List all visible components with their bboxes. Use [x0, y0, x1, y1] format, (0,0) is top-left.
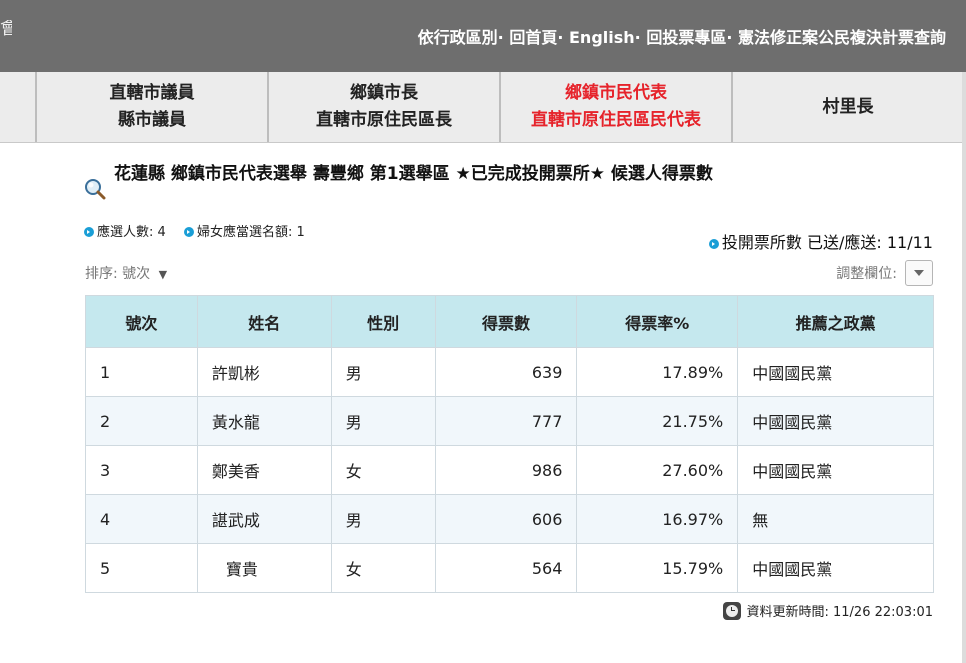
- cell-votes: 777: [434, 396, 578, 446]
- cell-number: 2: [85, 396, 198, 446]
- top-header: 會 依行政區別· 回首頁· English· 回投票專區· 憲法修正案公民複決計…: [0, 0, 966, 72]
- cell-name: 黃水龍: [196, 396, 332, 446]
- nav-english[interactable]: English: [569, 28, 635, 47]
- cell-vote-rate: 17.89%: [576, 347, 739, 397]
- header-party[interactable]: 推薦之政黨: [737, 295, 934, 348]
- adjust-columns-label: 調整欄位:: [836, 266, 897, 282]
- header-votes[interactable]: 得票數: [434, 295, 578, 348]
- cell-votes: 986: [434, 445, 578, 495]
- cell-name: 諶武成: [196, 494, 332, 544]
- cell-party: 中國國民黨: [737, 445, 934, 495]
- tabs-left-spacer: [0, 72, 37, 142]
- page-title: 花蓮縣 鄉鎮市民代表選舉 壽豐鄉 第1選舉區 ★已完成投開票所★ 候選人得票數: [114, 164, 713, 184]
- cell-number: 5: [85, 543, 198, 593]
- nav-referendum-query[interactable]: 憲法修正案公民複決計票查詢: [738, 28, 946, 47]
- bullet-icon: [183, 227, 194, 237]
- cell-votes: 564: [434, 543, 578, 593]
- adjust-columns: 調整欄位:: [836, 260, 933, 286]
- clock-icon: [722, 601, 741, 620]
- table-row: 4 諶武成 男 606 16.97% 無: [85, 494, 934, 544]
- cell-party: 無: [737, 494, 934, 544]
- cell-party: 中國國民黨: [737, 543, 934, 593]
- cell-gender: 女: [330, 543, 436, 593]
- header-number[interactable]: 號次: [85, 295, 198, 348]
- update-time-text: 資料更新時間: 11/26 22:03:01: [746, 605, 934, 620]
- sort-value[interactable]: 號次: [122, 266, 150, 282]
- bullet-icon: [84, 227, 94, 237]
- cell-party: 中國國民黨: [737, 347, 934, 397]
- bullet-icon: [708, 239, 719, 249]
- cell-party: 中國國民黨: [737, 396, 934, 446]
- women-quota-info: 婦女應當選名額: 1: [183, 225, 305, 240]
- cell-number: 4: [85, 494, 198, 544]
- cell-gender: 女: [330, 445, 436, 495]
- cell-vote-rate: 15.79%: [576, 543, 739, 593]
- seats-info: 應選人數: 4: [84, 225, 166, 240]
- election-category-tabs: 直轄市議員 縣市議員 鄉鎮市長 直轄市原住民區長 鄉鎮市民代表 直轄市原住民區民…: [0, 72, 966, 143]
- cell-number: 1: [85, 347, 198, 397]
- adjust-columns-button[interactable]: [905, 260, 933, 286]
- site-logo[interactable]: 會: [0, 20, 12, 50]
- nav-home[interactable]: 回首頁: [509, 28, 557, 47]
- tab-township-mayors[interactable]: 鄉鎮市長 直轄市原住民區長: [269, 72, 501, 142]
- table-row: 3 鄭美香 女 986 27.60% 中國國民黨: [85, 445, 934, 495]
- scrollbar[interactable]: [962, 72, 966, 663]
- chevron-down-icon: [914, 270, 924, 276]
- sort-control[interactable]: 排序: 號次 ▼: [85, 263, 167, 283]
- cell-name: 鄭美香: [196, 445, 332, 495]
- cell-gender: 男: [330, 347, 436, 397]
- tab-village-chiefs[interactable]: 村里長: [733, 72, 963, 142]
- logo-text: 會: [0, 20, 12, 39]
- tab-township-representatives[interactable]: 鄉鎮市民代表 直轄市原住民區民代表: [501, 72, 733, 142]
- candidate-results-table: 號次 姓名 性別 得票數 得票率% 推薦之政黨 1 許凱彬 男 639 17.8…: [85, 295, 934, 593]
- update-time: 資料更新時間: 11/26 22:03:01: [722, 601, 934, 620]
- cell-vote-rate: 27.60%: [576, 445, 739, 495]
- table-row: 1 許凱彬 男 639 17.89% 中國國民黨: [85, 347, 934, 397]
- cell-name: 寶貴: [196, 543, 332, 593]
- cell-vote-rate: 21.75%: [576, 396, 739, 446]
- cell-gender: 男: [330, 494, 436, 544]
- election-meta: 應選人數: 4 婦女應當選名額: 1: [84, 221, 319, 240]
- header-gender[interactable]: 性別: [330, 295, 436, 348]
- table-row: 2 黃水龍 男 777 21.75% 中國國民黨: [85, 396, 934, 446]
- dropdown-caret-icon[interactable]: ▼: [159, 268, 167, 281]
- nav-by-district[interactable]: 依行政區別: [418, 28, 498, 47]
- cell-votes: 606: [434, 494, 578, 544]
- sort-label: 排序:: [85, 266, 118, 282]
- stations-reported: 投開票所數 已送/應送: 11/11: [708, 229, 933, 253]
- table-row: 5 寶貴 女 564 15.79% 中國國民黨: [85, 543, 934, 593]
- header-vote-rate[interactable]: 得票率%: [576, 295, 739, 348]
- table-header-row: 號次 姓名 性別 得票數 得票率% 推薦之政黨: [85, 295, 934, 348]
- header-name[interactable]: 姓名: [196, 295, 332, 348]
- cell-gender: 男: [330, 396, 436, 446]
- search-icon: [85, 179, 106, 200]
- tab-councilors[interactable]: 直轄市議員 縣市議員: [37, 72, 269, 142]
- cell-number: 3: [85, 445, 198, 495]
- cell-vote-rate: 16.97%: [576, 494, 739, 544]
- nav-voting-section[interactable]: 回投票專區: [646, 28, 726, 47]
- cell-name: 許凱彬: [196, 347, 332, 397]
- cell-votes: 639: [434, 347, 578, 397]
- top-navigation: 依行政區別· 回首頁· English· 回投票專區· 憲法修正案公民複決計票查…: [417, 28, 946, 47]
